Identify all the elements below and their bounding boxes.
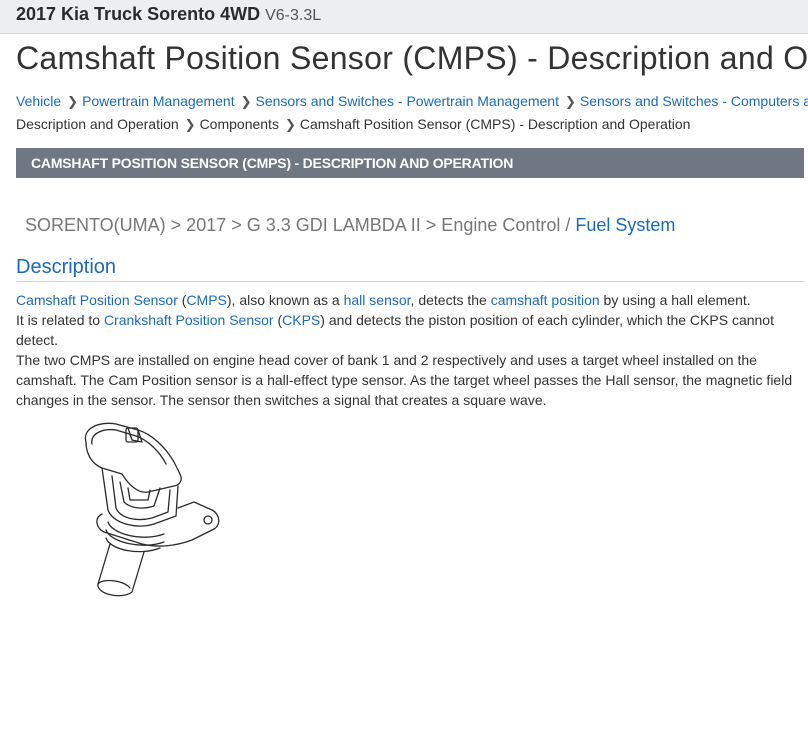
- vehicle-name: 2017 Kia Truck Sorento 4WD: [16, 4, 261, 24]
- page-title: Camshaft Position Sensor (CMPS) - Descri…: [16, 40, 808, 76]
- text-span: , detects the: [410, 292, 491, 308]
- sensor-drawing: [84, 422, 220, 597]
- breadcrumb-link-vehicle[interactable]: Vehicle: [16, 93, 61, 109]
- chevron-right-icon: ❯: [184, 117, 196, 132]
- link-ckps[interactable]: CKPS: [282, 312, 320, 328]
- vehicle-title: 2017 Kia Truck Sorento 4WD V6-3.3L: [16, 4, 321, 25]
- description-heading: Description: [16, 256, 804, 282]
- text-span: ), also known as a: [226, 292, 344, 308]
- breadcrumb-item-description[interactable]: Description and Operation: [16, 116, 179, 132]
- link-hall-sensor[interactable]: hall sensor: [344, 292, 411, 308]
- link-camshaft-position-sensor[interactable]: Camshaft Position Sensor: [16, 292, 178, 308]
- breadcrumb-row-2: Description and Operation ❯ Components ❯ Cam…: [16, 113, 808, 136]
- breadcrumb-item-components[interactable]: Components: [200, 116, 279, 132]
- description-body: Camshaft Position Sensor ( CMPS), also kn…: [16, 290, 808, 410]
- section-banner: CAMSHAFT POSITION SENSOR (CMPS) - DESCRI…: [16, 148, 804, 178]
- link-cmps[interactable]: CMPS: [186, 292, 226, 308]
- breadcrumb: Vehicle ❯ Powertrain Management ❯ Sensors an…: [16, 90, 808, 136]
- link-crankshaft-position-sensor[interactable]: Crankshaft Position Sensor: [104, 312, 274, 328]
- engine-label: V6-3.3L: [265, 7, 322, 24]
- breadcrumb-item-current: Camshaft Position Sensor (CMPS) - Descri…: [299, 116, 691, 132]
- chevron-right-icon: ❯: [564, 94, 576, 109]
- vehicle-header-bar: 2017 Kia Truck Sorento 4WD V6-3.3L: [0, 0, 808, 34]
- text-span: (: [273, 312, 283, 328]
- chevron-right-icon: ❯: [240, 94, 252, 109]
- description-paragraph-1: Camshaft Position Sensor (CMPS), also kn…: [16, 290, 808, 310]
- link-camshaft-position[interactable]: camshaft position: [491, 292, 600, 308]
- chevron-right-icon: ❯: [67, 94, 79, 109]
- breadcrumb-link-powertrain[interactable]: Powertrain Management: [82, 93, 235, 109]
- description-paragraph-3: The two CMPS are installed on engine hea…: [16, 352, 793, 408]
- text-span: It is related to: [16, 312, 104, 328]
- breadcrumb-link-sensors-computers[interactable]: Sensors and Switches - Computers a: [580, 93, 808, 109]
- breadcrumb-row-1: Vehicle ❯ Powertrain Management ❯ Sensors an…: [16, 90, 808, 113]
- cmps-sensor-illustration: [72, 418, 232, 604]
- vehicle-path-link-fuel-system[interactable]: Fuel System: [575, 215, 675, 235]
- vehicle-path: SORENTO(UMA) > 2017 > G 3.3 GDI LAMBDA I…: [25, 215, 675, 236]
- breadcrumb-link-sensors-switches[interactable]: Sensors and Switches - Powertrain Manage…: [256, 93, 559, 109]
- vehicle-path-text: SORENTO(UMA) > 2017 > G 3.3 GDI LAMBDA I…: [25, 215, 576, 235]
- text-span: by using a hall element.: [599, 292, 751, 308]
- description-paragraph-2: It is related to Crankshaft Position Sen…: [16, 310, 808, 350]
- chevron-right-icon: ❯: [284, 117, 296, 132]
